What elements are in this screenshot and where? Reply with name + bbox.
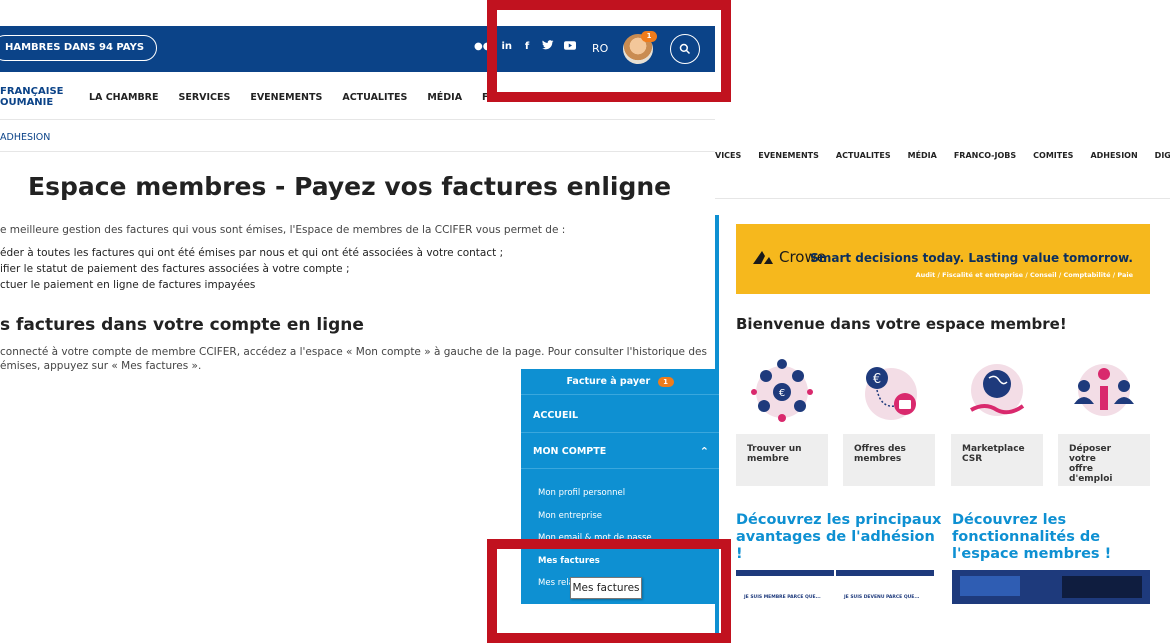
nav-item[interactable]: LA CHAMBRE — [89, 92, 159, 103]
banner-tagline: Smart decisions today. Lasting value tom… — [810, 251, 1133, 265]
logo-line-2: OUMANIE — [0, 97, 54, 108]
list-item: ctuer le paiement en ligne de factures i… — [0, 279, 256, 291]
feature-label: Trouver un — [747, 444, 802, 454]
feature-card[interactable]: Marketplace CSR — [951, 434, 1043, 486]
divider — [0, 119, 715, 120]
nav-item[interactable]: VICES — [715, 151, 741, 160]
invoice-count-badge: 1 — [657, 376, 674, 387]
nav-item[interactable]: EVENEMENTS — [758, 151, 819, 160]
logo-line-1: FRANÇAISE — [0, 86, 64, 97]
submenu-item-company[interactable]: Mon entreprise — [538, 511, 602, 521]
nav-item[interactable]: ACTUALITES — [342, 92, 407, 103]
menu-item-accueil[interactable]: ACCUEIL — [521, 399, 719, 433]
network-icon: € — [751, 359, 813, 422]
video-thumbnail[interactable]: JE SUIS MEMBRE PARCE QUE... — [736, 570, 834, 604]
divider — [0, 151, 715, 152]
nav-item[interactable]: EVENEMENTS — [250, 92, 322, 103]
body-paragraph-line: connecté à votre compte de membre CCIFER… — [0, 346, 707, 358]
menu-item-label: MON COMPTE — [533, 446, 607, 457]
nav-item[interactable]: ACTUALITES — [836, 151, 891, 160]
feature-label: offre d'emploi — [1069, 464, 1113, 484]
secondary-nav: VICES EVENEMENTS ACTUALITES MÉDIA FRANCO… — [715, 151, 1170, 160]
menu-item-mon-compte[interactable]: MON COMPTE ⌃ — [521, 435, 719, 469]
promo-line: l'espace membres ! — [952, 546, 1112, 562]
feature-label: CSR — [962, 454, 983, 464]
svg-text:€: € — [779, 388, 785, 399]
feature-label: Déposer votre — [1069, 444, 1112, 464]
promo-line: fonctionnalités de — [952, 529, 1101, 545]
promo-line: Découvrez les principaux — [736, 512, 942, 528]
feature-label: Offres des — [854, 444, 906, 454]
euro-briefcase-icon: € — [865, 367, 917, 420]
body-paragraph-line: émises, appuyez sur « Mes factures ». — [0, 360, 202, 372]
features-thumbnail[interactable] — [952, 570, 1150, 604]
chevron-up-icon[interactable]: ⌃ — [700, 435, 709, 469]
intro-paragraph: e meilleure gestion des factures qui vou… — [0, 224, 566, 236]
crowe-ad-banner[interactable]: Crowe Smart decisions today. Lasting val… — [736, 224, 1150, 294]
page-title: Espace membres - Payez vos factures enli… — [28, 172, 672, 201]
feature-card[interactable]: Offres des membres — [843, 434, 935, 486]
promo-line: Découvrez les — [952, 512, 1067, 528]
site-logo[interactable]: FRANÇAISE OUMANIE — [0, 86, 63, 108]
nav-item[interactable]: ADHESION — [1090, 151, 1137, 160]
chambers-pill-button[interactable]: HAMBRES DANS 94 PAYS — [0, 35, 158, 61]
highlight-box — [487, 0, 731, 102]
globe-hand-icon — [970, 364, 1025, 416]
thumbnail-panel — [1062, 576, 1142, 598]
svg-text:€: € — [873, 372, 881, 387]
promo-heading-features[interactable]: Découvrez les fonctionnalités de l'espac… — [952, 512, 1111, 563]
main-nav: LA CHAMBRE SERVICES EVENEMENTS ACTUALITE… — [89, 92, 556, 103]
nav-item[interactable]: FRANCO-JOBS — [954, 151, 1016, 160]
video-thumbnail[interactable]: JE SUIS DEVENU PARCE QUE... — [836, 570, 934, 604]
nav-item[interactable]: SERVICES — [179, 92, 231, 103]
people-hand-icon — [1074, 364, 1134, 416]
highlight-box — [487, 539, 731, 643]
nav-item[interactable]: COMITES — [1033, 151, 1073, 160]
divider — [715, 198, 1170, 199]
section-title: s factures dans votre compte en ligne — [0, 315, 364, 335]
nav-item[interactable]: MÉDIA — [908, 151, 937, 160]
feature-card[interactable]: Trouver un membre — [736, 434, 828, 486]
submenu-item-profile[interactable]: Mon profil personnel — [538, 488, 625, 498]
thumbnail-caption: JE SUIS DEVENU PARCE QUE... — [844, 595, 920, 600]
feature-label: membres — [854, 454, 902, 464]
feature-label: Marketplace — [962, 444, 1025, 454]
promo-line: avantages de l'adhésion — [736, 529, 935, 545]
feature-card[interactable]: Déposer votre offre d'emploi — [1058, 434, 1150, 486]
welcome-heading: Bienvenue dans votre espace membre! — [736, 315, 1067, 333]
promo-line: ! — [736, 546, 743, 562]
thumbnail-panel — [960, 576, 1020, 596]
banner-subline: Audit / Fiscalité et entreprise / Consei… — [915, 271, 1133, 279]
nav-item[interactable]: DIGITON — [1155, 151, 1170, 160]
invoice-to-pay-label: Facture à payer — [566, 376, 651, 387]
list-item: éder à toutes les factures qui ont été é… — [0, 247, 504, 259]
breadcrumb[interactable]: ADHESION — [0, 132, 50, 143]
nav-item[interactable]: MÉDIA — [427, 92, 462, 103]
thumbnail-caption: JE SUIS MEMBRE PARCE QUE... — [744, 595, 821, 600]
benefits-list: éder à toutes les factures qui ont été é… — [0, 245, 503, 293]
crowe-mountain-icon — [753, 251, 773, 264]
invoice-to-pay-header[interactable]: Facture à payer 1 — [521, 369, 719, 395]
feature-label: membre — [747, 454, 789, 464]
promo-heading-advantages[interactable]: Découvrez les principaux avantages de l'… — [736, 512, 941, 563]
right-page-screenshot: VICES EVENEMENTS ACTUALITES MÉDIA FRANCO… — [715, 120, 1170, 643]
list-item: ifier le statut de paiement des factures… — [0, 263, 350, 275]
